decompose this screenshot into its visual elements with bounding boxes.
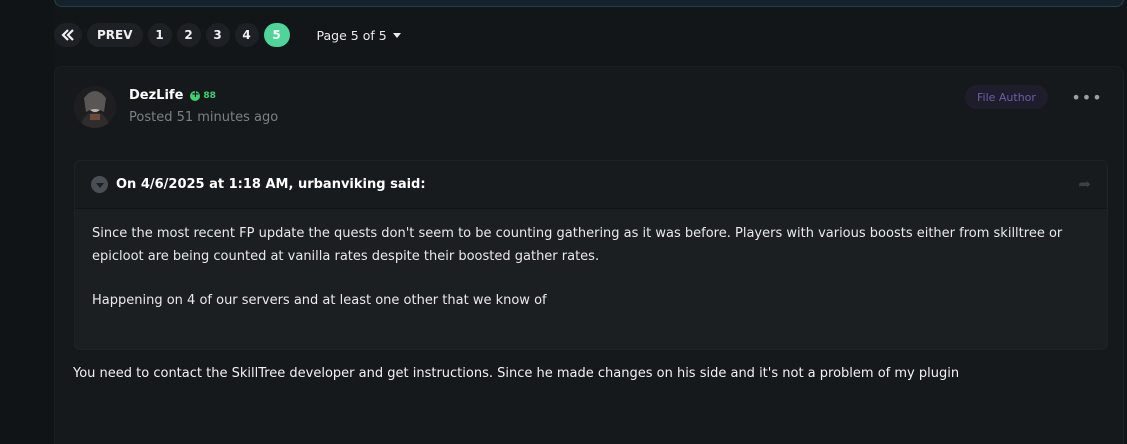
first-page-button[interactable] [54, 23, 82, 47]
page-of-label: Page 5 of 5 [316, 27, 387, 43]
more-horizontal-icon[interactable]: ••• [1071, 87, 1101, 107]
pagination: PREV 1 2 3 4 5 Page 5 of 5 [54, 23, 401, 47]
page-5-button-active[interactable]: 5 [263, 23, 290, 47]
author-row: DezLife 88 [129, 88, 216, 103]
prev-page-button[interactable]: PREV [87, 23, 143, 47]
post-content: You need to contact the SkillTree develo… [73, 366, 960, 381]
quote-citation: On 4/6/2025 at 1:18 AM, urbanviking said… [116, 177, 426, 192]
double-chevron-left-icon [61, 29, 74, 41]
page-2-button[interactable]: 2 [176, 23, 201, 47]
caret-down-icon [392, 32, 401, 38]
post-card: DezLife 88 Posted 51 minutes ago File Au… [54, 66, 1124, 444]
page-jump-dropdown[interactable]: Page 5 of 5 [317, 28, 401, 43]
collapse-toggle-icon[interactable] [91, 176, 108, 193]
quote-header: On 4/6/2025 at 1:18 AM, urbanviking said… [75, 161, 1107, 209]
file-author-badge: File Author [965, 85, 1048, 109]
share-arrow-icon[interactable]: ➦ [1078, 175, 1091, 193]
quote-block: On 4/6/2025 at 1:18 AM, urbanviking said… [74, 160, 1108, 350]
quote-paragraph: Happening on 4 of our servers and at lea… [92, 293, 547, 308]
quote-body: Since the most recent FP update the ques… [75, 209, 1107, 349]
author-name[interactable]: DezLife [129, 88, 183, 103]
avatar[interactable] [74, 86, 116, 128]
plus-circle-icon [190, 89, 201, 101]
reputation-badge: 88 [190, 89, 216, 101]
post-timestamp[interactable]: Posted 51 minutes ago [129, 110, 278, 125]
page-1-button[interactable]: 1 [147, 23, 172, 47]
quote-paragraph: Since the most recent FP update the ques… [92, 226, 1063, 264]
left-gutter [0, 0, 54, 444]
previous-panel-edge [54, 0, 1124, 7]
page-4-button[interactable]: 4 [234, 23, 259, 47]
page-3-button[interactable]: 3 [205, 23, 230, 47]
reputation-count: 88 [203, 90, 216, 101]
